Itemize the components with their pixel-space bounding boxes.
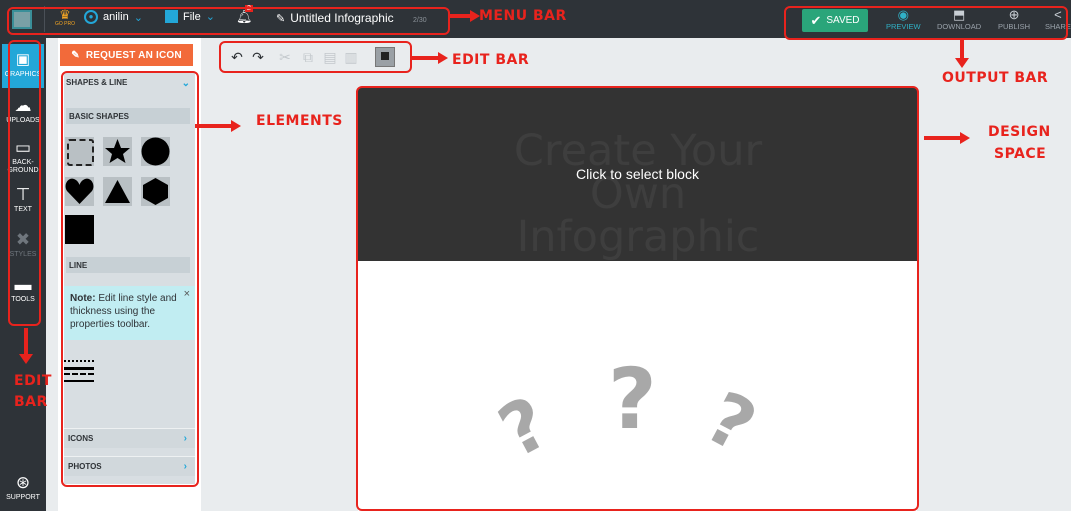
edit-bar-highlight [219,41,412,73]
lifebuoy-icon: ⊛ [15,473,31,492]
request-icon-label: REQUEST AN ICON [85,49,182,61]
arrow-icon [924,132,970,144]
output-bar-annotation: OUTPUT BAR [942,70,1049,86]
sidebar-item-label: SUPPORT [6,494,40,501]
left-edit-annotation: EDIT [14,373,52,389]
arrow-icon [955,40,969,68]
arrow-icon [448,10,480,22]
design-annotation: DESIGN [988,124,1051,140]
elements-annotation: ELEMENTS [256,113,343,129]
request-icon-button[interactable]: ✎ REQUEST AN ICON [60,44,193,66]
menu-bar-highlight [7,7,450,35]
left-bar-annotation: BAR [14,394,48,410]
edit-bar-annotation: EDIT BAR [452,52,530,68]
design-space-highlight [356,86,919,511]
request-icon: ✎ [71,49,80,61]
space-annotation: SPACE [994,146,1047,162]
arrow-icon [19,328,33,364]
arrow-icon [412,52,448,64]
menu-bar-annotation: MENU BAR [479,8,567,24]
left-edit-bar-highlight [8,40,41,326]
elements-highlight [61,71,199,487]
sidebar-item-support[interactable]: ⊛ SUPPORT [2,473,44,502]
output-bar-highlight [784,6,1068,40]
arrow-icon [195,120,241,132]
